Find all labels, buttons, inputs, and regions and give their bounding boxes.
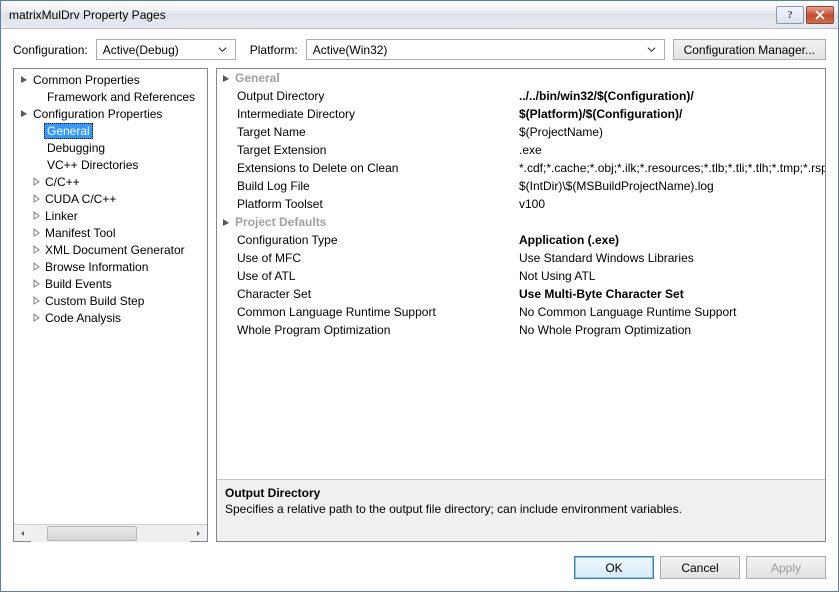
tree-node-debugging[interactable]: Debugging [14,139,207,156]
titlebar-buttons: ? [774,6,834,24]
dialog-window: matrixMulDrv Property Pages ? Configurat… [0,0,839,592]
property-grid[interactable]: General Output Directory../../bin/win32/… [217,69,825,479]
footer: OK Cancel Apply [1,548,838,591]
tree-node-xmlgen[interactable]: XML Document Generator [14,241,207,258]
platform-value: Active(Win32) [313,43,388,57]
configuration-value: Active(Debug) [103,43,179,57]
tree-node-custom-build[interactable]: Custom Build Step [14,292,207,309]
configuration-label: Configuration: [13,43,88,57]
close-button[interactable] [806,6,834,24]
prop-use-of-mfc[interactable]: Use of MFCUse Standard Windows Libraries [217,249,825,267]
tree-node-manifest[interactable]: Manifest Tool [14,224,207,241]
section-general[interactable]: General [217,69,825,87]
prop-use-of-atl[interactable]: Use of ATLNot Using ATL [217,267,825,285]
prop-extensions-clean[interactable]: Extensions to Delete on Clean*.cdf;*.cac… [217,159,825,177]
expand-icon[interactable] [30,194,42,203]
platform-label: Platform: [250,43,298,57]
tree-node-cpp[interactable]: C/C++ [14,173,207,190]
prop-platform-toolset[interactable]: Platform Toolsetv100 [217,195,825,213]
horizontal-scrollbar[interactable] [14,524,207,541]
property-tree[interactable]: Common Properties Framework and Referenc… [14,69,207,524]
tree-node-browse[interactable]: Browse Information [14,258,207,275]
expand-icon[interactable] [30,262,42,271]
expand-icon[interactable] [30,313,42,322]
section-project-defaults[interactable]: Project Defaults [217,213,825,231]
apply-button[interactable]: Apply [746,556,826,579]
collapse-icon[interactable] [219,218,233,227]
expand-icon[interactable] [30,211,42,220]
chevron-down-icon [643,40,660,59]
collapse-icon[interactable] [219,74,233,83]
prop-output-directory[interactable]: Output Directory../../bin/win32/$(Config… [217,87,825,105]
scroll-right-icon[interactable] [190,525,207,542]
expand-icon[interactable] [30,177,42,186]
expand-icon[interactable] [30,245,42,254]
configuration-combo[interactable]: Active(Debug) [96,39,236,60]
expand-icon[interactable] [30,228,42,237]
tree-node-common-properties[interactable]: Common Properties [14,71,207,88]
collapse-icon[interactable] [18,75,30,84]
tree-node-code-analysis[interactable]: Code Analysis [14,309,207,326]
platform-combo[interactable]: Active(Win32) [306,39,665,60]
prop-target-extension[interactable]: Target Extension.exe [217,141,825,159]
tree-node-general[interactable]: General [14,122,207,139]
cancel-button[interactable]: Cancel [660,556,740,579]
titlebar[interactable]: matrixMulDrv Property Pages ? [1,1,838,29]
window-title: matrixMulDrv Property Pages [9,8,774,22]
config-row: Configuration: Active(Debug) Platform: A… [1,29,838,68]
scrollbar-thumb[interactable] [47,526,137,541]
tree-node-framework[interactable]: Framework and References [14,88,207,105]
tree-node-linker[interactable]: Linker [14,207,207,224]
prop-build-log[interactable]: Build Log File$(IntDir)\$(MSBuildProject… [217,177,825,195]
prop-character-set[interactable]: Character SetUse Multi-Byte Character Se… [217,285,825,303]
tree-node-configuration-properties[interactable]: Configuration Properties [14,105,207,122]
main-area: Common Properties Framework and Referenc… [1,68,838,548]
description-text: Specifies a relative path to the output … [225,502,817,516]
expand-icon[interactable] [30,279,42,288]
prop-target-name[interactable]: Target Name$(ProjectName) [217,123,825,141]
collapse-icon[interactable] [18,109,30,118]
close-icon [815,10,825,20]
description-title: Output Directory [225,486,817,500]
scroll-left-icon[interactable] [14,525,31,542]
scrollbar-track[interactable] [31,525,190,542]
tree-node-build-events[interactable]: Build Events [14,275,207,292]
tree-node-vcdirs[interactable]: VC++ Directories [14,156,207,173]
prop-whole-program-opt[interactable]: Whole Program OptimizationNo Whole Progr… [217,321,825,339]
property-grid-panel: General Output Directory../../bin/win32/… [216,68,826,542]
prop-clr-support[interactable]: Common Language Runtime SupportNo Common… [217,303,825,321]
tree-panel: Common Properties Framework and Referenc… [13,68,208,542]
prop-intermediate-directory[interactable]: Intermediate Directory$(Platform)/$(Conf… [217,105,825,123]
tree-node-cuda[interactable]: CUDA C/C++ [14,190,207,207]
description-panel: Output Directory Specifies a relative pa… [217,479,825,541]
ok-button[interactable]: OK [574,556,654,579]
prop-configuration-type[interactable]: Configuration TypeApplication (.exe) [217,231,825,249]
chevron-down-icon [214,40,231,59]
configuration-manager-button[interactable]: Configuration Manager... [673,39,826,60]
expand-icon[interactable] [30,296,42,305]
help-button[interactable]: ? [776,6,804,24]
